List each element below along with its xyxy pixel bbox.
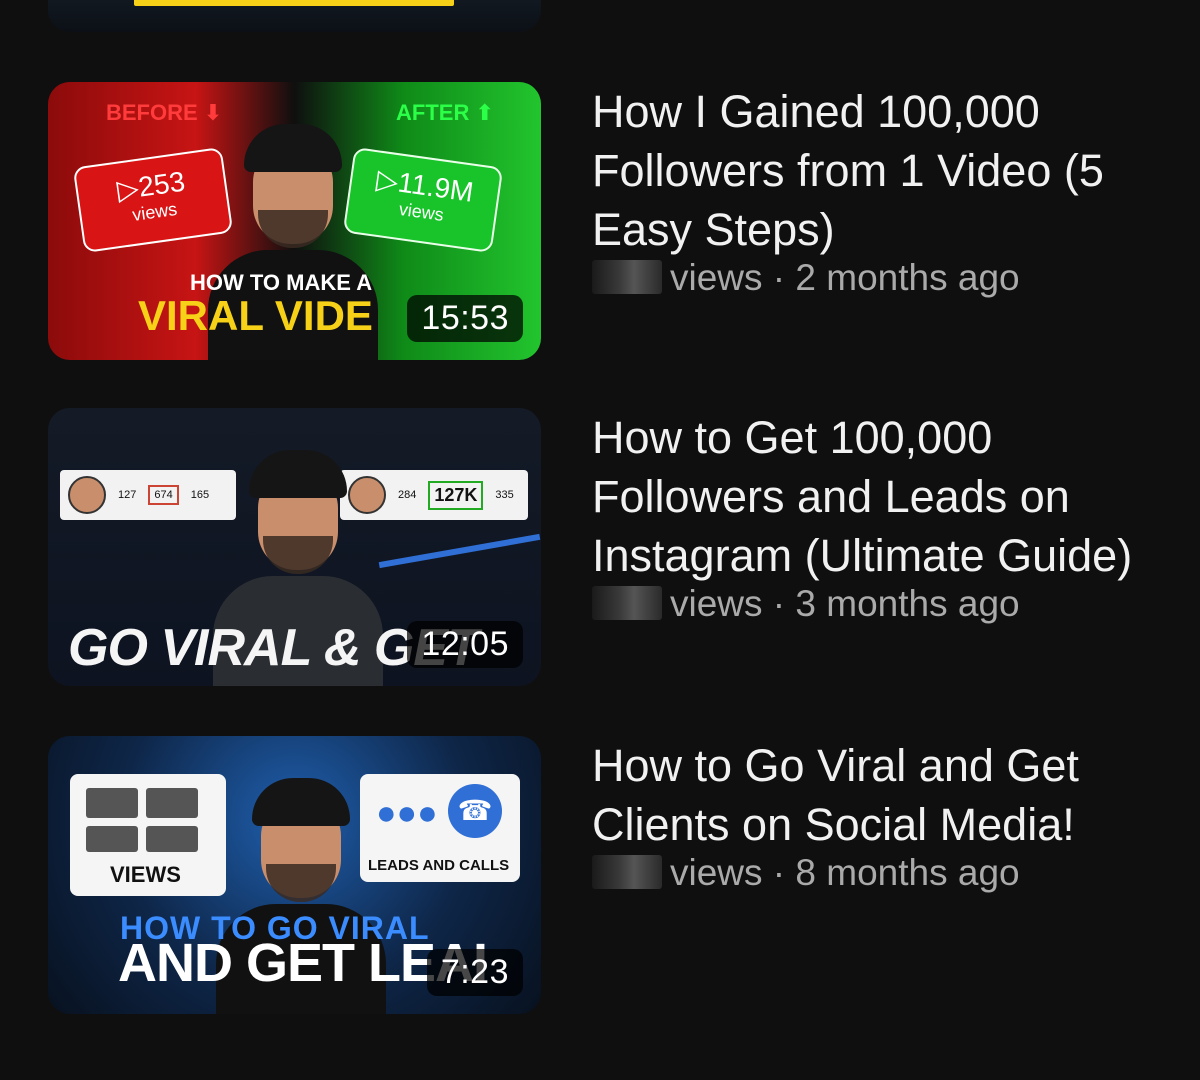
phone-icon: ☎	[448, 784, 502, 838]
video-title[interactable]: How to Get 100,000 Followers and Leads o…	[592, 408, 1192, 585]
followers-stat: 674	[148, 485, 179, 505]
profile-stats-before: 127 674 165	[60, 470, 236, 520]
views-and-age: views · 8 months ago	[670, 852, 1020, 893]
posts-stat: 127	[118, 489, 137, 501]
video-thumbnail[interactable]: BEFORE ⬇ AFTER ⬆ ▷253 views ▷11.9M views…	[48, 82, 541, 360]
video-thumbnail[interactable]: VIEWS ●●● ☎ LEADS AND CALLS HOW TO GO VI…	[48, 736, 541, 1014]
redacted-view-count	[592, 260, 662, 294]
video-item[interactable]: VIEWS ●●● ☎ LEADS AND CALLS HOW TO GO VI…	[0, 736, 1200, 1016]
avatar	[68, 476, 106, 514]
video-item[interactable]: 127 674 165 284 127K 335 GO VIRAL & GET …	[0, 408, 1200, 688]
posts-stat: 284	[398, 489, 417, 501]
video-info: How to Get 100,000 Followers and Leads o…	[592, 408, 1192, 625]
video-item[interactable]: BEFORE ⬇ AFTER ⬆ ▷253 views ▷11.9M views…	[0, 82, 1200, 362]
duration-badge: 12:05	[407, 621, 523, 668]
duration-badge: 15:53	[407, 295, 523, 342]
video-title[interactable]: How I Gained 100,000 Followers from 1 Vi…	[592, 82, 1192, 259]
views-and-age: views · 2 months ago	[670, 257, 1020, 298]
thumbnail-text-fragment	[134, 0, 454, 6]
redacted-view-count	[592, 855, 662, 889]
video-meta: views · 2 months ago	[592, 257, 1192, 299]
views-card: VIEWS	[70, 774, 226, 896]
video-thumbnail[interactable]: 127 674 165 284 127K 335 GO VIRAL & GET …	[48, 408, 541, 686]
leads-card-label: LEADS AND CALLS	[368, 857, 510, 874]
video-info: How I Gained 100,000 Followers from 1 Vi…	[592, 82, 1192, 299]
duration-badge: 7:23	[426, 949, 523, 996]
following-stat: 165	[190, 489, 210, 501]
growth-graph-line	[378, 533, 541, 569]
after-label: AFTER ⬆	[396, 100, 494, 125]
partial-video-thumbnail[interactable]	[48, 0, 541, 32]
views-and-age: views · 3 months ago	[670, 583, 1020, 624]
redacted-view-count	[592, 586, 662, 620]
following-stat: 335	[495, 489, 514, 501]
video-meta: views · 3 months ago	[592, 583, 1192, 625]
video-list-page: BEFORE ⬇ AFTER ⬆ ▷253 views ▷11.9M views…	[0, 0, 1200, 1080]
thumbnail-caption-line2: VIRAL VIDE	[138, 292, 373, 339]
video-meta: views · 8 months ago	[592, 852, 1192, 894]
before-label: BEFORE ⬇	[106, 100, 223, 125]
video-title[interactable]: How to Go Viral and Get Clients on Socia…	[592, 736, 1192, 854]
views-card-label: VIEWS	[110, 862, 181, 887]
video-info: How to Go Viral and Get Clients on Socia…	[592, 736, 1192, 894]
followers-stat: 127K	[428, 480, 484, 510]
